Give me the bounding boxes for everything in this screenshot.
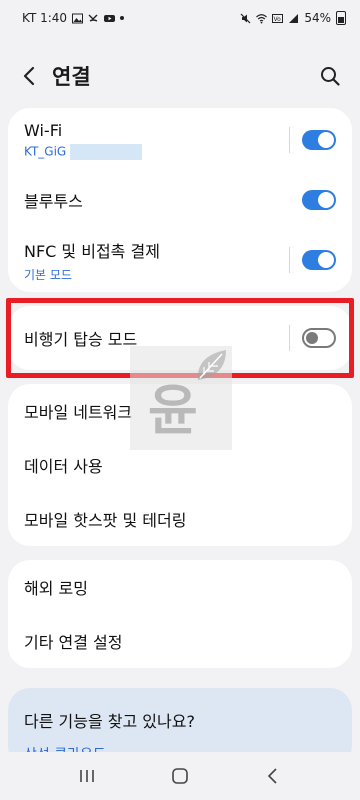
more-settings-row[interactable]: 기타 연결 설정 <box>8 614 352 668</box>
watermark-char: 윤 <box>148 379 198 442</box>
missed-call-icon <box>88 14 98 22</box>
wifi-network-name: KT_GiG <box>24 143 143 160</box>
wifi-icon <box>256 13 268 23</box>
nfc-label: NFC 및 비접촉 결제 <box>24 241 160 261</box>
roaming-label: 해외 로밍 <box>24 579 88 598</box>
redacted-area <box>70 143 143 160</box>
bluetooth-label: 블루투스 <box>24 192 83 211</box>
wifi-toggle-wrap <box>289 127 336 153</box>
mobile-network-label: 모바일 네트워크 <box>24 403 133 422</box>
watermark: 윤 <box>130 346 232 450</box>
recent-apps-icon[interactable] <box>75 764 99 788</box>
nfc-mode: 기본 모드 <box>24 267 72 282</box>
roaming-row[interactable]: 해외 로밍 <box>8 560 352 614</box>
more-settings-label: 기타 연결 설정 <box>24 633 123 652</box>
notification-dot-icon <box>120 16 125 20</box>
divider <box>289 127 290 153</box>
battery-icon <box>336 11 346 25</box>
app-header: 연결 <box>0 52 360 100</box>
status-right: Vo 54% <box>240 11 346 25</box>
airplane-toggle-wrap <box>289 325 336 351</box>
leaf-icon <box>197 350 226 380</box>
divider <box>289 247 290 273</box>
wifi-ssid: KT_GiG <box>24 144 67 158</box>
status-left: KT 1:40 <box>22 11 125 25</box>
nfc-toggle[interactable] <box>302 250 336 270</box>
wifi-text: Wi-Fi KT_GiG <box>24 120 143 160</box>
more-card: 해외 로밍 기타 연결 설정 <box>8 560 352 668</box>
carrier-time: KT 1:40 <box>22 11 68 25</box>
wifi-toggle[interactable] <box>302 130 336 150</box>
wifi-label: Wi-Fi <box>24 120 63 140</box>
airplane-toggle[interactable] <box>302 328 336 348</box>
hotspot-label: 모바일 핫스팟 및 테더링 <box>24 511 187 530</box>
bluetooth-text: 블루투스 <box>24 188 83 212</box>
nfc-text: NFC 및 비접촉 결제 기본 모드 <box>24 238 160 283</box>
chevron-left-icon[interactable] <box>18 64 42 88</box>
search-icon[interactable] <box>318 64 342 88</box>
help-title: 다른 기능을 찾고 있나요? <box>24 712 195 731</box>
volte-icon: Vo <box>272 13 284 23</box>
status-bar: KT 1:40 Vo 54% <box>0 0 360 36</box>
bluetooth-row[interactable]: 블루투스 <box>8 172 352 228</box>
mute-icon <box>240 13 251 23</box>
connectivity-card: Wi-Fi KT_GiG 블루투스 NFC 및 비접촉 결제 기본 모드 <box>8 108 352 292</box>
nfc-row[interactable]: NFC 및 비접촉 결제 기본 모드 <box>8 228 352 292</box>
signal-icon <box>289 13 299 23</box>
hotspot-row[interactable]: 모바일 핫스팟 및 테더링 <box>8 492 352 546</box>
wifi-row[interactable]: Wi-Fi KT_GiG <box>8 108 352 172</box>
page-title: 연결 <box>52 65 91 89</box>
airplane-text: 비행기 탑승 모드 <box>24 326 137 350</box>
home-icon[interactable] <box>168 764 192 788</box>
bluetooth-toggle[interactable] <box>302 190 336 210</box>
data-usage-label: 데이터 사용 <box>24 457 103 476</box>
svg-text:Vo: Vo <box>274 16 282 23</box>
gallery-icon <box>72 13 84 23</box>
battery-percent: 54% <box>304 11 331 25</box>
navigation-bar <box>0 752 360 800</box>
youtube-icon <box>104 14 116 22</box>
divider <box>289 325 290 351</box>
bluetooth-toggle-wrap <box>302 190 336 210</box>
back-icon[interactable] <box>261 764 285 788</box>
nfc-toggle-wrap <box>289 247 336 273</box>
airplane-label: 비행기 탑승 모드 <box>24 330 138 349</box>
